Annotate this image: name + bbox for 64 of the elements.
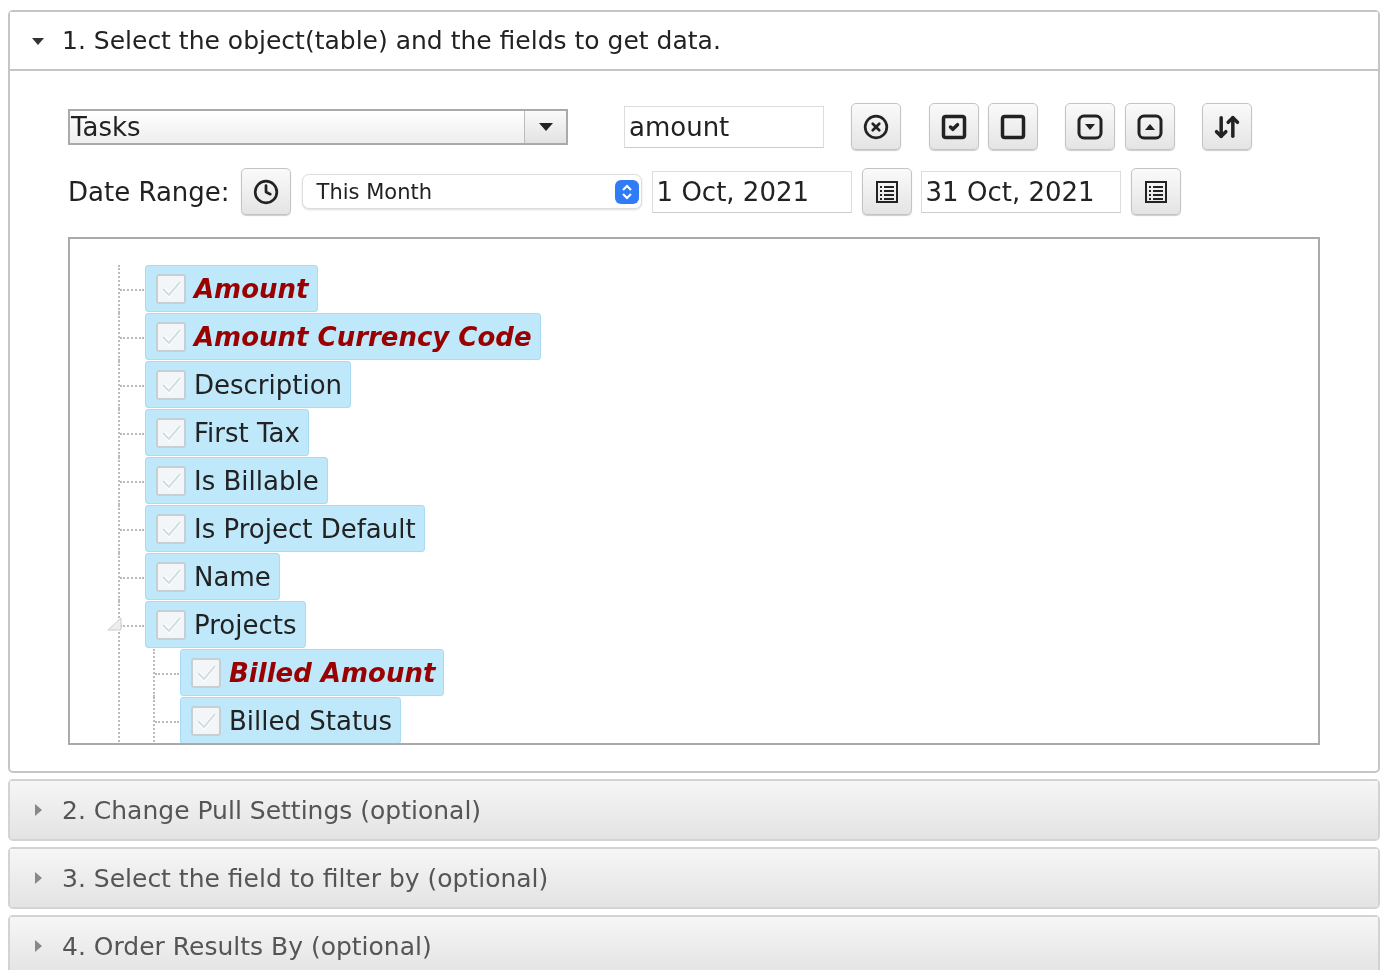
list-icon (874, 179, 899, 204)
checkmark-icon (160, 374, 182, 395)
checkbox[interactable] (156, 417, 186, 448)
checkmark-icon (160, 518, 182, 539)
tree-item[interactable]: Projects (145, 601, 306, 648)
check-all-button[interactable] (929, 103, 979, 150)
clock-button[interactable] (240, 168, 291, 215)
checkmark-icon (160, 470, 182, 491)
checked-square-icon (940, 112, 968, 141)
checkmark-icon (160, 326, 182, 347)
section-header[interactable]: 2. Change Pull Settings (optional) (10, 781, 1378, 839)
section-header[interactable]: 1. Select the object(table) and the fields to get data. (10, 12, 1378, 71)
checkmark-icon (160, 278, 182, 299)
end-calendar-button[interactable] (1130, 168, 1181, 215)
square-down-icon (1077, 113, 1103, 140)
up-down-chevron-icon (614, 179, 639, 204)
square-icon (999, 112, 1027, 141)
checkbox[interactable] (156, 561, 186, 592)
start-date-field[interactable]: 1 Oct, 2021 (651, 170, 852, 213)
checkmark-icon (160, 566, 182, 587)
checkbox[interactable] (191, 657, 221, 688)
object-select[interactable]: Tasks (68, 108, 568, 145)
list-icon (1143, 179, 1168, 204)
section-header[interactable]: 3. Select the field to filter by (optional) (10, 849, 1378, 907)
section-header[interactable]: 4. Order Results By (optional) (10, 917, 1378, 970)
checkbox[interactable] (191, 705, 221, 736)
checkbox[interactable] (156, 273, 186, 304)
caret-right-icon (32, 872, 44, 884)
clear-button[interactable] (851, 103, 901, 150)
date-preset-select[interactable]: This Month (301, 174, 642, 209)
start-calendar-button[interactable] (861, 168, 912, 215)
tree-item[interactable]: Name (145, 553, 280, 600)
square-up-icon (1137, 113, 1163, 140)
caret-right-icon (32, 940, 44, 952)
tree-item[interactable]: Description (145, 361, 352, 408)
checkmark-icon (195, 662, 217, 683)
date-range-label: Date Range: (68, 176, 230, 207)
tree-item[interactable]: Is Billable (145, 457, 328, 504)
checkmark-icon (160, 614, 182, 635)
search-field[interactable]: amount (624, 105, 824, 148)
checkmark-icon (195, 710, 217, 731)
checkbox[interactable] (156, 609, 186, 640)
uncheck-all-button[interactable] (988, 103, 1038, 150)
tree-item[interactable]: First Tax (145, 409, 309, 456)
checkbox[interactable] (156, 321, 186, 352)
sort-button[interactable] (1202, 103, 1252, 150)
tree-item[interactable]: Billed Status (180, 697, 402, 743)
tree-item[interactable]: Is Project Default (145, 505, 425, 552)
dropdown-button[interactable] (524, 110, 566, 143)
checkbox[interactable] (156, 513, 186, 544)
end-date-field[interactable]: 31 Oct, 2021 (920, 170, 1121, 213)
expand-all-button[interactable] (1065, 103, 1115, 150)
caret-right-icon (32, 804, 44, 816)
close-icon (863, 113, 889, 140)
clock-icon (252, 178, 279, 205)
collapse-all-button[interactable] (1125, 103, 1175, 150)
collapse-toggle-icon[interactable] (106, 615, 122, 631)
checkbox[interactable] (156, 465, 186, 496)
tree-item[interactable]: Billed Amount (180, 649, 445, 696)
checkmark-icon (160, 422, 182, 443)
tree-item[interactable]: Amount (145, 265, 318, 312)
tree-item[interactable]: Amount Currency Code (145, 313, 541, 360)
checkbox[interactable] (156, 369, 186, 400)
caret-down-icon (538, 122, 553, 131)
